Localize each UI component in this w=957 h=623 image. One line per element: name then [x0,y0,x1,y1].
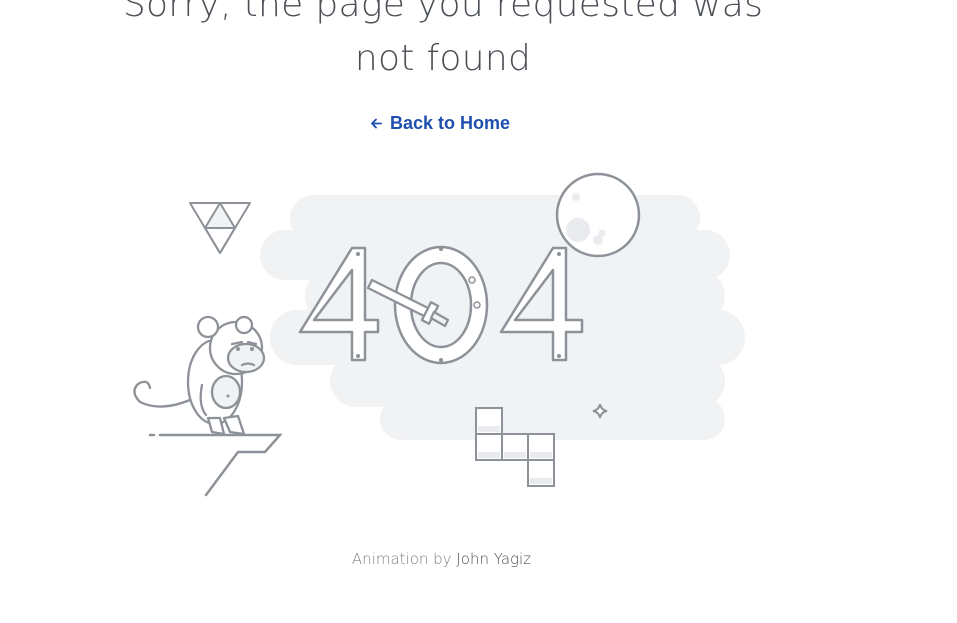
page-title: Sorry, the page you requested was not fo… [122,0,764,79]
back-to-home-link[interactable]: Back to Home [370,113,510,134]
credit-author: John Yagiz [456,550,532,568]
animation-credit: Animation by John Yagiz [0,550,883,568]
404-illustration [133,172,745,497]
cliff-icon [148,433,283,497]
monkey-icon [133,315,266,436]
arrow-left-icon [370,117,383,130]
error-page: Sorry, the page you requested was not fo… [0,0,957,623]
moon-icon [555,172,641,258]
credit-prefix: Animation by [351,550,452,568]
back-link-label: Back to Home [390,113,511,133]
triangle-icon [189,202,251,254]
